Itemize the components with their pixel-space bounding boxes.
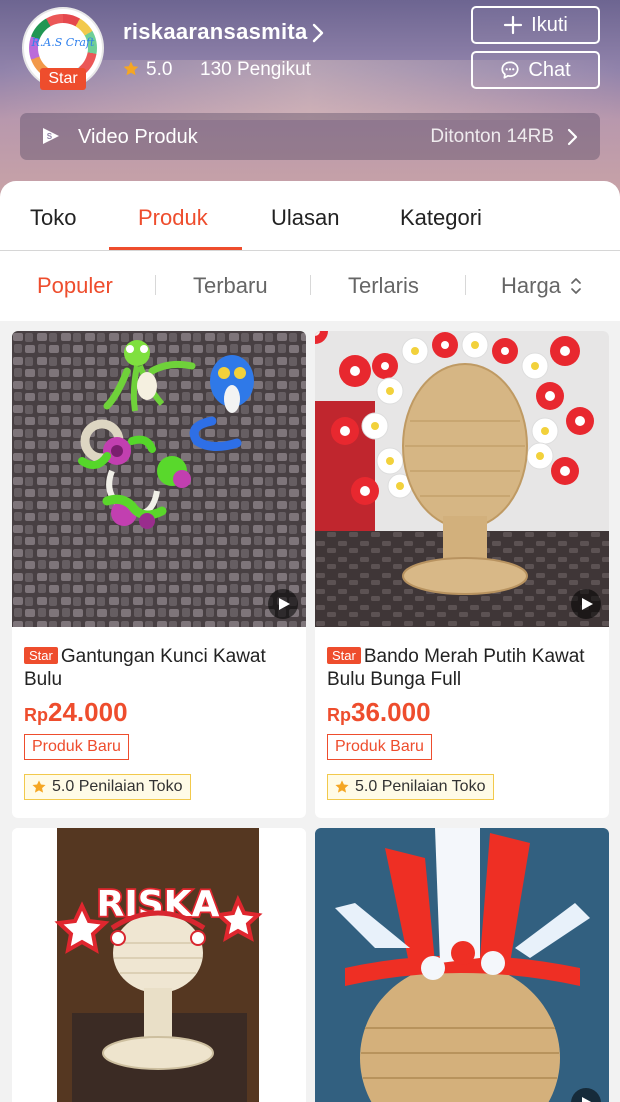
video-product-bar[interactable]: S Video Produk Ditonton 14RB: [20, 113, 600, 160]
chat-bubble-icon: [501, 61, 519, 79]
follow-button[interactable]: Ikuti: [471, 6, 600, 44]
follow-label: Ikuti: [531, 13, 568, 36]
new-product-tag: Produk Baru: [327, 734, 432, 760]
star-icon: [335, 780, 349, 793]
product-title-text: Gantungan Kunci Kawat Bulu: [24, 646, 266, 690]
star-badge: Star: [24, 647, 58, 664]
chevron-right-icon: [567, 128, 578, 146]
price-currency: Rp: [24, 705, 48, 725]
plus-icon: [504, 15, 523, 35]
product-image-feather-headband: [315, 828, 609, 1102]
active-tab-indicator: [109, 247, 242, 250]
star-icon: [123, 61, 139, 76]
play-icon: [582, 1097, 592, 1102]
price-currency: Rp: [327, 705, 351, 725]
product-card[interactable]: RISKA: [12, 828, 306, 1102]
tab-kategori[interactable]: Kategori: [400, 205, 482, 231]
tab-toko[interactable]: Toko: [30, 205, 76, 231]
play-icon: [279, 598, 290, 610]
follower-count: 130 Pengikut: [200, 59, 311, 80]
product-image-keychains: [12, 331, 306, 627]
shop-rating-text: 5.0 Penilaian Toko: [355, 778, 486, 795]
star-badge: Star: [327, 647, 361, 664]
product-price: Rp36.000: [327, 697, 431, 728]
product-price: Rp24.000: [24, 697, 128, 728]
shop-logo-text: R.A.S Craft: [31, 36, 95, 49]
product-photo[interactable]: [12, 331, 306, 627]
svg-text:S: S: [47, 132, 53, 141]
product-card[interactable]: [315, 828, 609, 1102]
divider: [465, 275, 466, 295]
shop-header: R.A.S Craft Star riskaaransasmita 5.0 13…: [0, 0, 620, 200]
video-play-button[interactable]: [571, 589, 601, 619]
star-seller-badge: Star: [40, 68, 86, 90]
chat-button[interactable]: Chat: [471, 51, 600, 89]
tab-ulasan[interactable]: Ulasan: [271, 205, 339, 231]
product-title-text: Bando Merah Putih Kawat Bulu Bunga Full: [327, 646, 585, 690]
price-value: 24.000: [48, 697, 128, 727]
video-icon: S: [43, 128, 59, 144]
divider: [310, 275, 311, 295]
shop-name[interactable]: riskaaransasmita: [123, 19, 308, 45]
product-image-name-headband: RISKA: [12, 828, 306, 1102]
video-product-label: Video Produk: [78, 126, 198, 148]
product-photo[interactable]: RISKA: [12, 828, 306, 1102]
product-photo[interactable]: [315, 331, 609, 627]
sort-populer[interactable]: Populer: [37, 273, 113, 299]
tab-produk[interactable]: Produk: [138, 205, 208, 231]
chat-label: Chat: [528, 58, 571, 81]
shop-rating-tag: 5.0 Penilaian Toko: [327, 774, 495, 800]
sort-terbaru[interactable]: Terbaru: [193, 273, 268, 299]
sort-icon[interactable]: [569, 276, 583, 296]
product-title[interactable]: Star Gantungan Kunci Kawat Bulu: [24, 645, 296, 691]
product-card[interactable]: Star Gantungan Kunci Kawat Bulu Rp24.000 …: [12, 331, 306, 818]
product-card[interactable]: Star Bando Merah Putih Kawat Bulu Bunga F…: [315, 331, 609, 818]
chevron-right-icon[interactable]: [310, 22, 326, 44]
shop-rating-value: 5.0: [146, 59, 173, 80]
product-photo[interactable]: [315, 828, 609, 1102]
new-product-tag: Produk Baru: [24, 734, 129, 760]
tab-sheet: Toko Produk Ulasan Kategori Populer Terb…: [0, 181, 620, 321]
sort-tab-bar: Populer Terbaru Terlaris Harga: [0, 251, 620, 320]
play-icon: [582, 598, 593, 610]
video-play-button[interactable]: [268, 589, 298, 619]
video-view-count: Ditonton 14RB: [430, 126, 554, 147]
shop-rating-tag: 5.0 Penilaian Toko: [24, 774, 192, 800]
product-title[interactable]: Star Bando Merah Putih Kawat Bulu Bunga F…: [327, 645, 599, 691]
price-value: 36.000: [351, 697, 431, 727]
product-image-headband: [315, 331, 609, 627]
sort-terlaris[interactable]: Terlaris: [348, 273, 419, 299]
shop-rating-text: 5.0 Penilaian Toko: [52, 778, 183, 795]
divider: [155, 275, 156, 295]
star-icon: [32, 780, 46, 793]
main-tab-bar: Toko Produk Ulasan Kategori: [0, 181, 620, 251]
sort-harga[interactable]: Harga: [501, 273, 561, 299]
